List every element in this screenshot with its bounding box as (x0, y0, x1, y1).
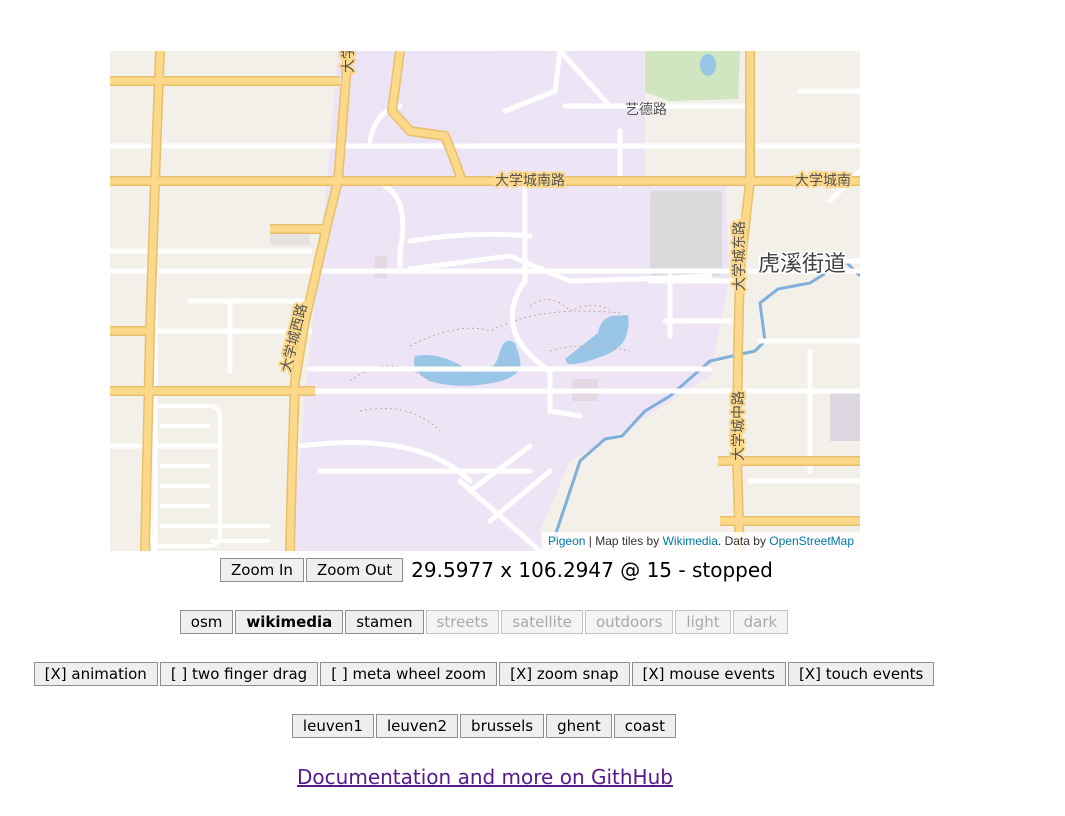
attribution-osm-link[interactable]: OpenStreetMap (769, 534, 854, 548)
location-buttons: leuven1 leuven2 brussels ghent coast (0, 714, 970, 738)
zoom-in-button[interactable]: Zoom In (220, 558, 304, 582)
attribution-wikimedia-link[interactable]: Wikimedia (663, 534, 718, 548)
location-button-leuven1[interactable]: leuven1 (291, 714, 374, 738)
attribution-text: . Data by (717, 534, 770, 548)
provider-button-dark: dark (732, 610, 789, 634)
provider-button-osm[interactable]: osm (179, 610, 234, 634)
provider-button-outdoors: outdoors (584, 610, 674, 634)
provider-button-light: light (675, 610, 731, 634)
location-button-coast[interactable]: coast (613, 714, 677, 738)
provider-button-wikimedia[interactable]: wikimedia (235, 610, 344, 634)
label-daxuecheng-east-road: 大学城东路 (732, 221, 748, 291)
zoom-out-button[interactable]: Zoom Out (305, 558, 404, 582)
provider-button-satellite: satellite (501, 610, 583, 634)
map-building (830, 391, 860, 441)
attribution-text: | Map tiles by (585, 534, 663, 548)
map-park (640, 51, 740, 101)
map-status: 29.5977 x 106.2947 @ 15 - stopped (411, 558, 773, 582)
provider-button-streets: streets (425, 610, 500, 634)
footer: Documentation and more on GithHub (0, 765, 970, 789)
zoom-controls: Zoom In Zoom Out 29.5977 x 106.2947 @ 15… (220, 558, 773, 582)
toggle-two-finger-drag-button[interactable]: [ ] two finger drag (159, 662, 319, 686)
option-toggles: [X] animation [ ] two finger drag [ ] me… (0, 662, 970, 686)
label-yide-road: 艺德路 (625, 102, 667, 118)
provider-buttons: osm wikimedia stamen streets satellite o… (0, 610, 970, 634)
label-top-cut: 大学 (341, 51, 357, 73)
map-building (375, 256, 387, 278)
attribution-pigeon-link[interactable]: Pigeon (548, 534, 585, 548)
map-building (650, 191, 722, 276)
toggle-meta-wheel-zoom-button[interactable]: [ ] meta wheel zoom (320, 662, 498, 686)
location-button-leuven2[interactable]: leuven2 (375, 714, 459, 738)
location-button-ghent[interactable]: ghent (546, 714, 612, 738)
label-daxuecheng-south-road: 大学城南路 (495, 173, 565, 189)
toggle-mouse-events-button[interactable]: [X] mouse events (631, 662, 786, 686)
provider-button-stamen[interactable]: stamen (345, 610, 424, 634)
github-documentation-link[interactable]: Documentation and more on GithHub (297, 765, 673, 789)
map-tiles[interactable]: 艺德路 大学城南路 大学城南 大学城东路 大学城西路 大学城中路 大学 虎溪街道 (110, 51, 860, 551)
map-view[interactable]: 艺德路 大学城南路 大学城南 大学城东路 大学城西路 大学城中路 大学 虎溪街道… (110, 51, 860, 551)
label-huxi-subdistrict: 虎溪街道 (758, 252, 846, 277)
location-button-brussels[interactable]: brussels (460, 714, 545, 738)
map-attribution: Pigeon | Map tiles by Wikimedia. Data by… (542, 532, 860, 551)
toggle-touch-events-button[interactable]: [X] touch events (787, 662, 935, 686)
label-daxuecheng-south-road-cut: 大学城南 (795, 173, 851, 189)
toggle-zoom-snap-button[interactable]: [X] zoom snap (499, 662, 630, 686)
toggle-animation-button[interactable]: [X] animation (33, 662, 158, 686)
label-daxuecheng-middle-road: 大学城中路 (731, 391, 747, 461)
map-park-pond (700, 54, 716, 76)
